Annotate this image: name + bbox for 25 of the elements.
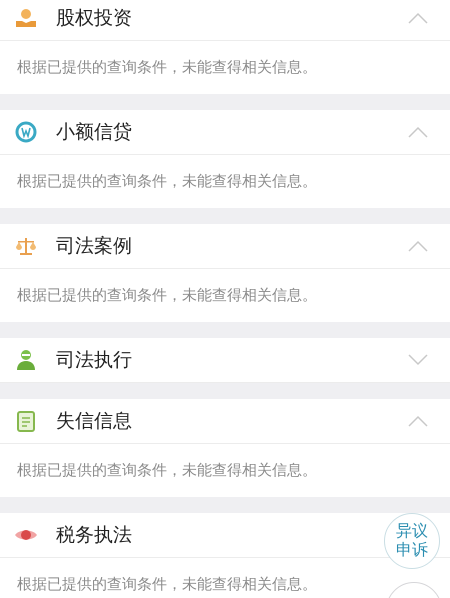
section-title: 失信信息 (56, 409, 132, 434)
coin-hand-icon (14, 6, 38, 30)
no-result-message: 根据已提供的查询条件，未能查得相关信息。 (17, 575, 317, 594)
chevron-down-icon[interactable] (408, 354, 428, 366)
section-title: 司法案例 (56, 234, 132, 259)
no-result-message: 根据已提供的查询条件，未能查得相关信息。 (17, 58, 317, 77)
section-header[interactable]: 司法执行 (0, 338, 450, 383)
section-header[interactable]: 司法案例 (0, 224, 450, 269)
section-title: 司法执行 (56, 348, 132, 373)
chevron-up-icon[interactable] (408, 126, 428, 138)
section-header[interactable]: 失信信息 (0, 399, 450, 444)
no-result-message: 根据已提供的查询条件，未能查得相关信息。 (17, 286, 317, 305)
document-icon (14, 409, 38, 433)
chevron-up-icon[interactable] (408, 415, 428, 427)
circle-symbol-icon (14, 120, 38, 144)
section-title: 税务执法 (56, 523, 132, 548)
no-result-message: 根据已提供的查询条件，未能查得相关信息。 (17, 172, 317, 191)
section-header[interactable]: 股权投资 (0, 0, 450, 41)
section-title: 小额信贷 (56, 120, 132, 145)
chevron-up-icon[interactable] (408, 240, 428, 252)
section-title: 股权投资 (56, 6, 132, 31)
section-header[interactable]: 小额信贷 (0, 110, 450, 155)
person-icon (14, 348, 38, 372)
chevron-up-icon[interactable] (408, 12, 428, 24)
no-result-message: 根据已提供的查询条件，未能查得相关信息。 (17, 461, 317, 480)
